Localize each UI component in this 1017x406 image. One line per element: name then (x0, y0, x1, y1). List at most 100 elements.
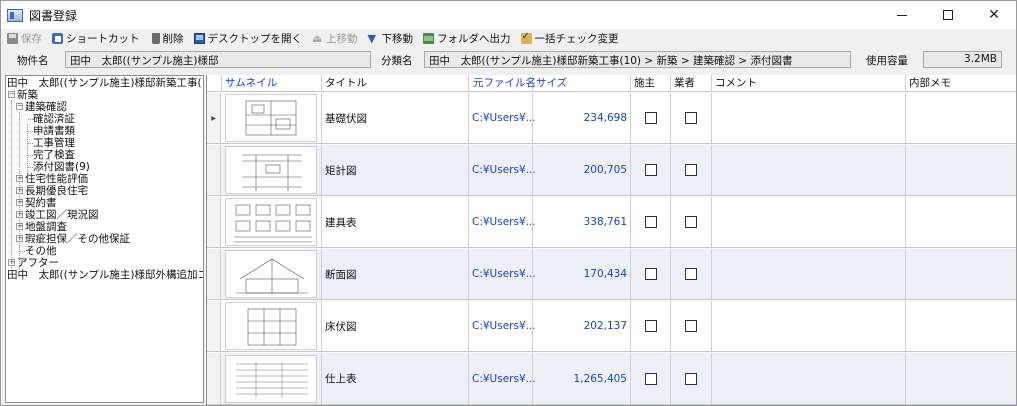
table-row[interactable]: 仕上表 C:¥Users¥... 1,265,405 (207, 353, 1016, 405)
owner-checkbox-cell[interactable] (631, 353, 671, 404)
column-header-vendor[interactable]: 業者 (671, 75, 712, 92)
source-file-cell[interactable]: C:¥Users¥... (469, 353, 536, 404)
memo-cell[interactable] (906, 353, 1016, 404)
row-indicator[interactable] (207, 145, 221, 195)
tree-item[interactable]: 契約書 (25, 197, 57, 209)
tree-item[interactable]: 新築 (17, 89, 38, 101)
tree-item[interactable]: その他 (25, 245, 57, 257)
vendor-checkbox[interactable] (685, 320, 697, 332)
comment-cell[interactable] (712, 249, 906, 299)
owner-checkbox-cell[interactable] (631, 301, 671, 351)
memo-cell[interactable] (906, 93, 1016, 143)
tree-item[interactable]: 建築確認 (25, 101, 67, 113)
vendor-checkbox-cell[interactable] (671, 301, 712, 351)
document-grid[interactable]: サムネイル タイトル 元ファイル名 サイズ 施主 業者 コメント 内部メモ ▶ … (206, 75, 1016, 405)
tree-item[interactable]: 地盤調査 (25, 221, 67, 233)
table-row[interactable]: 断面図 C:¥Users¥... 170,434 (207, 249, 1016, 300)
delete-button[interactable]: 削除 (150, 31, 184, 46)
vendor-checkbox-cell[interactable] (671, 145, 712, 195)
shortcut-button[interactable]: ショートカット (52, 31, 140, 46)
row-indicator[interactable] (207, 249, 221, 299)
tree-item[interactable]: アフター (17, 257, 59, 269)
column-header-memo[interactable]: 内部メモ (906, 75, 1016, 92)
vendor-checkbox[interactable] (685, 216, 697, 228)
open-desktop-button[interactable]: デスクトップを開く (193, 31, 302, 46)
tree-item[interactable]: 瑕疵担保／その他保証 (25, 233, 130, 245)
owner-checkbox[interactable] (644, 216, 657, 228)
tree-item[interactable]: 申請書類 (33, 125, 75, 137)
memo-cell[interactable] (906, 145, 1016, 195)
comment-cell[interactable] (712, 353, 906, 404)
vendor-checkbox[interactable] (685, 268, 697, 280)
memo-cell[interactable] (906, 249, 1016, 299)
vendor-checkbox-cell[interactable] (671, 353, 712, 404)
vendor-checkbox-cell[interactable] (671, 93, 712, 143)
table-row[interactable]: 床伏図 C:¥Users¥... 202,137 (207, 301, 1016, 352)
bulk-check-button[interactable]: 一括チェック変更 (520, 31, 619, 46)
title-cell[interactable]: 矩計図 (322, 145, 469, 195)
owner-checkbox[interactable] (644, 164, 657, 176)
close-button[interactable]: ✕ (971, 1, 1016, 29)
column-header-title[interactable]: タイトル (322, 75, 469, 92)
category-tree[interactable]: 田中 太郎((サンプル施主)様邸新築工事( − 新築 − 建築確認 確認済証 申… (5, 75, 204, 403)
tree-item[interactable]: 田中 太郎((サンプル施主)様邸新築工事( (7, 77, 202, 89)
tree-item-selected[interactable]: 添付図書(9) (33, 161, 90, 173)
tree-item[interactable]: 長期優良住宅 (25, 185, 88, 197)
expand-icon[interactable]: + (16, 235, 23, 242)
maximize-button[interactable] (925, 1, 971, 29)
tree-item[interactable]: 確認済証 (33, 113, 75, 125)
owner-checkbox-cell[interactable] (631, 145, 671, 195)
owner-checkbox[interactable] (644, 112, 657, 124)
title-cell[interactable]: 基礎伏図 (322, 93, 469, 143)
source-file-cell[interactable]: C:¥Users¥... (469, 145, 536, 195)
row-indicator[interactable] (207, 301, 221, 351)
source-file-cell[interactable]: C:¥Users¥... (469, 301, 536, 351)
tree-item[interactable]: 完了検査 (33, 149, 75, 161)
tree-item[interactable]: 田中 太郎((サンプル施主)様邸外構追加コ (7, 269, 203, 281)
comment-cell[interactable] (712, 301, 906, 351)
table-row[interactable]: 矩計図 C:¥Users¥... 200,705 (207, 145, 1016, 196)
column-header-source-file[interactable]: 元ファイル名 (469, 75, 536, 92)
source-file-cell[interactable]: C:¥Users¥... (469, 249, 536, 299)
expand-icon[interactable]: + (16, 187, 23, 194)
row-indicator[interactable] (207, 353, 221, 404)
table-row[interactable]: ▶ 基礎伏図 C:¥Users¥... 234,698 (207, 93, 1016, 144)
owner-checkbox[interactable] (644, 320, 657, 332)
column-header-comment[interactable]: コメント (712, 75, 906, 92)
title-cell[interactable]: 建具表 (322, 197, 469, 247)
expand-icon[interactable]: + (16, 199, 23, 206)
row-indicator[interactable]: ▶ (207, 93, 221, 143)
owner-checkbox-cell[interactable] (631, 93, 671, 143)
vendor-checkbox[interactable] (685, 372, 697, 385)
expand-icon[interactable]: + (16, 175, 23, 182)
title-cell[interactable]: 床伏図 (322, 301, 469, 351)
owner-checkbox[interactable] (644, 372, 657, 385)
source-file-cell[interactable]: C:¥Users¥... (469, 93, 536, 143)
column-header-owner[interactable]: 施主 (631, 75, 671, 92)
tree-item[interactable]: 竣工図／現況図 (25, 209, 99, 221)
collapse-icon[interactable]: − (8, 91, 15, 98)
title-cell[interactable]: 仕上表 (322, 353, 469, 404)
owner-checkbox-cell[interactable] (631, 249, 671, 299)
output-folder-button[interactable]: フォルダへ出力 (423, 31, 511, 46)
tree-item[interactable]: 工事管理 (33, 137, 75, 149)
comment-cell[interactable] (712, 197, 906, 247)
vendor-checkbox[interactable] (685, 164, 697, 176)
source-file-cell[interactable]: C:¥Users¥... (469, 197, 536, 247)
memo-cell[interactable] (906, 197, 1016, 247)
comment-cell[interactable] (712, 145, 906, 195)
minimize-button[interactable] (879, 1, 925, 29)
tree-item[interactable]: 住宅性能評価 (25, 173, 88, 185)
collapse-icon[interactable]: − (16, 103, 23, 110)
column-header-size[interactable]: サイズ (533, 75, 631, 92)
vendor-checkbox-cell[interactable] (671, 249, 712, 299)
owner-checkbox-cell[interactable] (631, 197, 671, 247)
expand-icon[interactable]: + (8, 259, 15, 266)
expand-icon[interactable]: + (16, 223, 23, 230)
save-button[interactable]: 保存 (7, 31, 42, 46)
memo-cell[interactable] (906, 301, 1016, 351)
column-header-thumbnail[interactable]: サムネイル (222, 75, 322, 92)
move-up-button[interactable]: ⏏ 上移動 (312, 31, 358, 46)
vendor-checkbox-cell[interactable] (671, 197, 712, 247)
move-down-button[interactable]: ▼ 下移動 (368, 31, 414, 46)
